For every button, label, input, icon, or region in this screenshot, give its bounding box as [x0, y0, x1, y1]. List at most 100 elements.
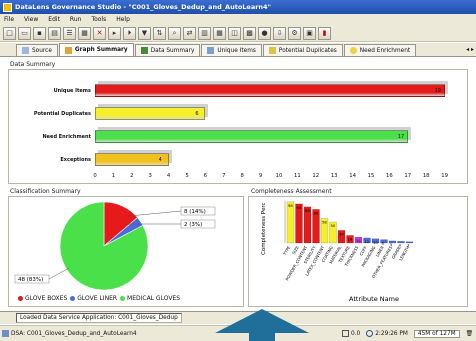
table-icon[interactable]: ▦ [213, 26, 226, 40]
classification-summary-title: Classification Summary [10, 188, 81, 195]
clock-icon [366, 330, 374, 337]
unique-icon [207, 47, 215, 54]
tab-data-summary[interactable]: Data Summary [134, 44, 201, 56]
x-tick-18: 18 [422, 173, 430, 179]
pie-legend: GLOVE BOXES GLOVE LINER MEDICAL GLOVES [15, 295, 180, 302]
pie-label-1: 2 (3%) [184, 222, 202, 228]
x-tick-1: 1 [111, 173, 116, 179]
x-tick-17: 17 [404, 173, 412, 179]
x-tick-15: 15 [367, 173, 375, 179]
grid-status-icon [342, 330, 349, 337]
completeness-assessment-panel: Completeness Perc 98 TYPE 93 SIZE 86 POWDER_CO… [248, 196, 468, 307]
tab-need-enrichment[interactable]: Need Enrichment [343, 44, 417, 56]
bar-value-2: 17 [397, 134, 405, 140]
toolbar: □ ▭ ▪ ▤ ☰ ▦ ✕ ▸ ⏵ ▼ ⇅ ⌕ ⇄ ▥ ▦ ◫ ▩ ● ⇩ ⚙ … [0, 25, 476, 42]
bar-value-0: 19 [434, 88, 441, 94]
status-message: Loaded Data Service Application: C001_Gl… [16, 313, 182, 323]
source-icon [22, 47, 29, 54]
x-tick-5: 5 [185, 173, 189, 179]
completeness-value-4: 58 [322, 220, 327, 225]
trash-icon[interactable]: 🗑 [466, 331, 473, 337]
play-icon[interactable]: ▸ [108, 26, 121, 40]
completeness-value-2: 86 [305, 208, 310, 213]
tab-potential-duplicates[interactable]: Potential Duplicates [262, 44, 343, 56]
sort-icon[interactable]: ⇅ [153, 26, 166, 40]
tab-source[interactable]: Source [16, 44, 58, 56]
completeness-value-6: 30 [339, 231, 344, 236]
menu-edit[interactable]: Edit [48, 16, 60, 23]
save-icon[interactable]: ▪ [33, 26, 46, 40]
open-icon[interactable]: ▭ [18, 26, 31, 40]
x-tick-7: 7 [222, 173, 226, 179]
data-icon [140, 47, 148, 54]
bar-label-0: Unique Items [53, 88, 91, 94]
completeness-bar-0 [286, 201, 295, 244]
completeness-category-0: TYPE [282, 245, 292, 257]
forward-icon[interactable]: ⏵ [123, 26, 136, 40]
data-summary-panel: Unique Items 19 Potential Duplicates 6 Need … [8, 69, 468, 184]
find-icon[interactable]: ⌕ [168, 26, 181, 40]
x-tick-9: 9 [258, 173, 263, 179]
chart-icon[interactable]: ▥ [198, 26, 211, 40]
completeness-value-7: 18 [348, 236, 353, 241]
delete-icon[interactable]: ✕ [93, 26, 106, 40]
menu-tools[interactable]: Tools [91, 16, 106, 23]
pie-leader-0 [128, 210, 182, 217]
print-icon[interactable]: ▤ [48, 26, 61, 40]
record-icon[interactable]: ● [258, 26, 271, 40]
classification-summary-panel: 8 (14%) 2 (3%) 48 (83%) GLOVE BOXES GLOVE … [8, 196, 244, 307]
bar-3 [95, 153, 169, 166]
bar-value-1: 6 [195, 111, 199, 117]
time-status: 2:29:26 PM [366, 330, 408, 337]
grid2-icon[interactable]: ▩ [243, 26, 256, 40]
menu-run[interactable]: Run [70, 16, 82, 23]
title-bar: DataLens Governance Studio - "C001_Glove… [0, 0, 476, 14]
compare-icon[interactable]: ◫ [228, 26, 241, 40]
x-tick-13: 13 [330, 173, 338, 179]
dsa-status: DSA: C001_Gloves_Dedup_and_AutoLearn4 [2, 330, 137, 337]
completeness-value-1: 93 [297, 205, 302, 210]
graph-icon [64, 46, 72, 54]
x-tick-0: 0 [93, 173, 97, 179]
bar-label-1: Potential Duplicates [33, 111, 91, 117]
pointer-arrow-icon [215, 309, 309, 341]
menu-file[interactable]: File [4, 16, 14, 23]
export-icon[interactable]: ⇩ [273, 26, 286, 40]
tab-scroll-icon[interactable]: ◂ ▸ [466, 46, 474, 53]
completeness-value-0: 98 [288, 203, 293, 208]
legend-dot-glove-boxes [18, 296, 23, 301]
tab-strip: Source Graph Summary Data Summary Unique… [0, 43, 476, 57]
menu-help[interactable]: Help [116, 16, 130, 23]
settings-icon[interactable]: ⚙ [288, 26, 301, 40]
bar-chart-icon[interactable]: ▮ [318, 26, 331, 40]
menu-bar: File View Edit Run Tools Help [0, 14, 476, 25]
list-icon[interactable]: ☰ [63, 26, 76, 40]
x-tick-6: 6 [203, 173, 208, 179]
bar-label-3: Exceptions [60, 157, 91, 163]
legend-dot-glove-liner [70, 296, 76, 301]
completeness-value-8: 14 [356, 238, 361, 243]
completeness-x-label: Attribute Name [349, 295, 399, 303]
completeness-value-5: 50 [331, 223, 336, 228]
tab-unique-items[interactable]: Unique Items [201, 44, 262, 56]
x-tick-14: 14 [349, 173, 356, 179]
completeness-bar-chart: Completeness Perc 98TYPE93SIZE86POWDER_CO… [261, 201, 414, 303]
completeness-y-label: Completeness Perc [261, 202, 267, 255]
replace-icon[interactable]: ⇄ [183, 26, 196, 40]
app-icon [3, 2, 12, 12]
close-panel-icon[interactable]: ▣ [303, 26, 316, 40]
legend-dot-medical-gloves [120, 296, 126, 301]
x-tick-8: 8 [240, 173, 244, 179]
x-tick-3: 3 [148, 173, 152, 179]
new-icon[interactable]: □ [3, 26, 16, 40]
memory-status[interactable]: 45M of 127M [413, 329, 460, 338]
bar-2 [95, 130, 408, 143]
x-tick-19: 19 [441, 173, 448, 179]
filter-icon[interactable]: ▼ [138, 26, 151, 40]
pie-label-2: 48 (83%) [18, 277, 43, 283]
legend-glove-liner: GLOVE LINER [77, 295, 118, 302]
grid-icon[interactable]: ▦ [78, 26, 91, 40]
tab-graph-summary[interactable]: Graph Summary [58, 43, 134, 56]
menu-view[interactable]: View [24, 16, 38, 23]
x-tick-11: 11 [294, 173, 301, 179]
